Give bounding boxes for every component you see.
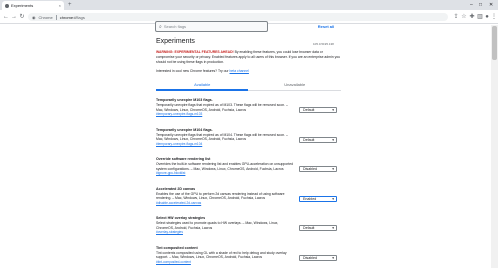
reload-icon[interactable]: ↻ (18, 13, 26, 21)
address-bar[interactable]: ◉ Chrome chrome://flags (28, 13, 448, 21)
tab-close-icon[interactable]: × (59, 3, 61, 8)
search-input[interactable] (163, 24, 264, 29)
chevron-down-icon: ▾ (332, 137, 334, 142)
scheme-label: Chrome (38, 14, 53, 20)
flag-state-select[interactable]: Default ▾ (299, 107, 337, 113)
chevron-down-icon: ▾ (332, 196, 334, 201)
search-box: ⌕ (155, 21, 268, 32)
warning-bold: WARNING: EXPERIMENTAL FEATURES AHEAD! (156, 50, 234, 54)
page-title: Experiments (156, 38, 195, 45)
menu-icon[interactable]: ⋮ (490, 13, 498, 21)
chrome-icon: ◉ (32, 14, 36, 20)
search-icon: ⌕ (159, 23, 162, 30)
flag-state-select[interactable]: Enabled ▾ (299, 195, 337, 202)
flag-item: Select HW overlay strategies Select stra… (156, 216, 341, 246)
flag-state-select[interactable]: Disabled ▾ (299, 166, 337, 172)
tab-strip: Experiments × + – □ ✕ (0, 0, 498, 10)
flag-description: Select strategies used to promote quads … (156, 221, 279, 230)
chevron-down-icon: ▾ (332, 108, 334, 112)
share-icon[interactable]: ⇪ (452, 13, 460, 21)
extensions-icon[interactable]: ✚ (468, 13, 476, 21)
flag-description: Temporarily unexpire flags that expired … (156, 132, 288, 142)
chevron-down-icon: ▾ (332, 226, 334, 230)
flag-state-select[interactable]: Default ▾ (299, 136, 337, 143)
warning-text: WARNING: EXPERIMENTAL FEATURES AHEAD! By… (156, 50, 341, 64)
flag-item: Accelerated 2D canvas Enables the use of… (156, 187, 341, 217)
chevron-down-icon: ▾ (332, 167, 334, 171)
flag-item: Temporarily unexpire M103 flags. Tempora… (156, 98, 341, 128)
flag-item: Tint composited content Tint contents co… (156, 246, 341, 268)
flag-description: Tint contents composited using GL with a… (156, 250, 287, 260)
flag-description: Enables the use of the GPU to perform 2d… (156, 191, 285, 201)
page-scrollbar[interactable] (491, 25, 498, 268)
browser-tab[interactable]: Experiments × (2, 1, 64, 10)
address-divider (55, 14, 57, 20)
scrollbar-thumb[interactable] (492, 26, 497, 60)
address-url: chrome://flags (59, 14, 85, 20)
star-icon[interactable]: ☆ (460, 13, 468, 21)
active-tab-indicator (156, 89, 248, 91)
flags-search-row: ⌕ Reset all (155, 21, 336, 32)
experiments-favicon-icon (5, 3, 9, 8)
beta-channel-note: Interested in cool new Chrome features? … (156, 69, 249, 73)
chevron-down-icon: ▾ (332, 255, 334, 260)
tab-title: Experiments (11, 3, 34, 8)
back-icon[interactable]: ← (2, 13, 10, 21)
flag-item: Temporarily unexpire M104 flags. Tempora… (156, 128, 341, 158)
beta-channel-link[interactable]: beta channel (230, 69, 249, 73)
new-tab-button[interactable]: + (68, 1, 72, 9)
flag-item: Override software rendering list Overrid… (156, 157, 341, 187)
flag-state-select[interactable]: Default ▾ (299, 225, 337, 231)
flag-description: Overrides the built-in software renderin… (156, 162, 294, 171)
flag-state-select[interactable]: Disabled ▾ (299, 254, 337, 261)
flags-list: Temporarily unexpire M103 flags. Tempora… (156, 98, 341, 268)
flag-description: Temporarily unexpire flags that expired … (156, 103, 288, 112)
close-window-button[interactable]: ✕ (489, 1, 493, 9)
maximize-button[interactable]: □ (479, 1, 482, 9)
forward-icon[interactable]: → (10, 13, 18, 21)
version-number: 105.0.5195.138 (313, 42, 334, 46)
tab-unavailable[interactable]: Unavailable (249, 81, 342, 90)
minimize-button[interactable]: – (470, 1, 473, 9)
reset-all-button[interactable]: Reset all (316, 22, 336, 31)
